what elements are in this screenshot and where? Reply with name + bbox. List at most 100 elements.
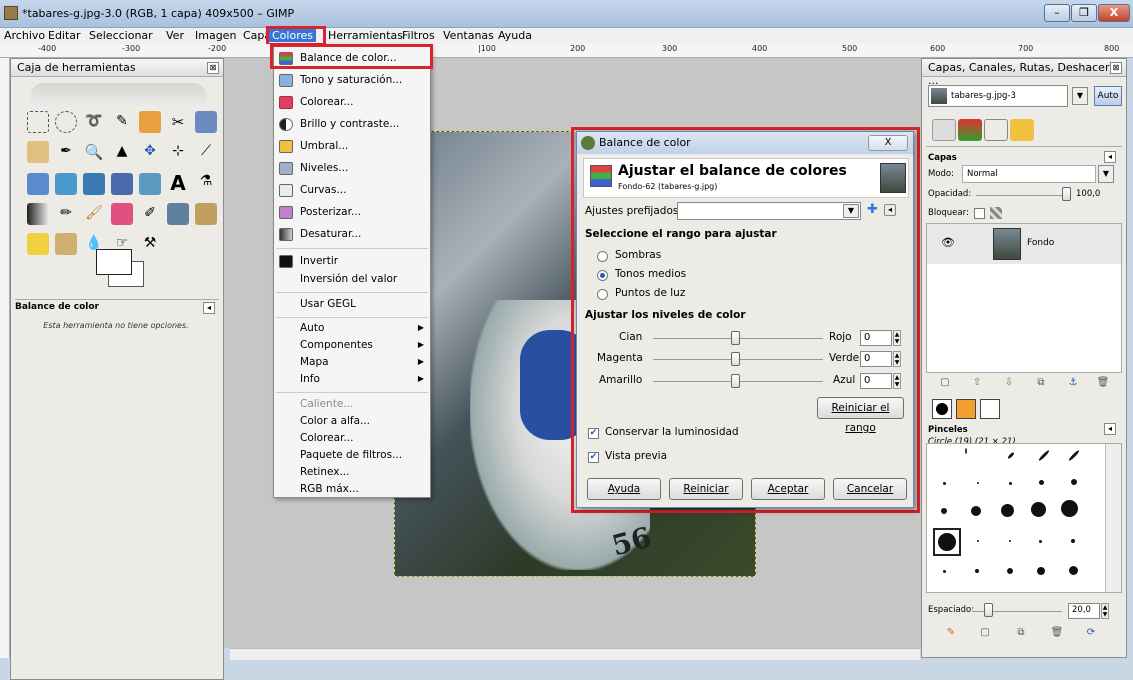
selected-brush[interactable] [933, 528, 961, 556]
perspective-tool-icon[interactable] [111, 173, 133, 195]
auto-button[interactable]: Auto [1094, 86, 1122, 106]
add-preset-icon[interactable]: ✚ [867, 202, 878, 217]
refresh-brushes-icon[interactable]: ⟳ [1084, 627, 1098, 641]
duplicate-brush-icon[interactable]: ⧉ [1014, 627, 1028, 641]
menu-item-posterizar[interactable]: Posterizar... [274, 203, 430, 223]
zoom-tool-icon[interactable]: 🔍 [83, 143, 105, 165]
fuzzy-select-tool-icon[interactable]: ✎ [111, 113, 133, 135]
brush-grid[interactable] [926, 443, 1122, 593]
radio-tonos-medios[interactable] [597, 270, 608, 281]
reset-range-button[interactable]: Reiniciar el rango [817, 397, 904, 434]
menu-item-usar-gegl[interactable]: Usar GEGL [274, 295, 430, 315]
menu-item-colorear[interactable]: Colorear... [274, 93, 430, 113]
menu-item-curvas[interactable]: Curvas... [274, 181, 430, 201]
perspective-clone-tool-icon[interactable] [55, 233, 77, 255]
brush-preview[interactable] [943, 570, 946, 573]
move-tool-icon[interactable]: ✥ [139, 143, 161, 165]
brush-preview[interactable] [1071, 479, 1077, 485]
brush-preview[interactable] [943, 482, 946, 485]
slider-magenta-verde-thumb[interactable] [731, 352, 740, 366]
rotate-tool-icon[interactable] [27, 173, 49, 195]
rect-select-tool-icon[interactable] [27, 111, 49, 133]
anchor-layer-icon[interactable]: ⚓ [1066, 377, 1080, 391]
dock-close-icon[interactable]: ⊠ [1110, 62, 1122, 74]
opacity-slider-thumb[interactable] [1062, 187, 1071, 201]
tab-patterns-icon[interactable] [956, 399, 976, 419]
reset-button[interactable]: Reiniciar [669, 478, 743, 500]
brush-preview[interactable] [1069, 566, 1078, 575]
brush-preview[interactable] [965, 448, 967, 454]
brush-preview[interactable] [1037, 449, 1051, 462]
brush-preview[interactable] [1001, 504, 1014, 517]
menu-ventanas[interactable]: Ventanas [443, 29, 494, 42]
menu-herramientas[interactable]: Herramientas [328, 29, 403, 42]
minimize-button[interactable]: – [1044, 4, 1070, 22]
brush-preview[interactable] [1009, 540, 1011, 542]
duplicate-layer-icon[interactable]: ⧉ [1034, 377, 1048, 391]
brush-preview[interactable] [1061, 500, 1078, 517]
layers-menu-icon[interactable]: ◂ [1104, 151, 1116, 163]
radio-puntos-luz[interactable] [597, 289, 608, 300]
brush-preview[interactable] [977, 540, 979, 542]
chevron-down-icon[interactable]: ▼ [1072, 87, 1088, 105]
ellipse-select-tool-icon[interactable] [55, 111, 77, 133]
brush-preview[interactable] [1007, 451, 1015, 460]
horizontal-scrollbar[interactable] [230, 648, 920, 660]
menu-item-niveles[interactable]: Niveles... [274, 159, 430, 179]
ok-button[interactable]: Aceptar [751, 478, 825, 500]
shear-tool-icon[interactable] [83, 173, 105, 195]
eraser-tool-icon[interactable] [111, 203, 133, 225]
tool-options-menu-icon[interactable]: ◂ [203, 302, 215, 314]
tab-layers-icon[interactable] [932, 119, 956, 141]
delete-layer-icon[interactable]: 🗑 [1096, 377, 1110, 391]
menu-archivo[interactable]: Archivo [4, 29, 45, 42]
paintbrush-tool-icon[interactable]: 🖌 [83, 205, 105, 227]
menu-ver[interactable]: Ver [166, 29, 184, 42]
chevron-down-icon[interactable]: ▼ [1098, 165, 1114, 183]
lower-layer-icon[interactable]: ⇩ [1002, 377, 1016, 391]
color-picker-tool-icon[interactable]: ✒ [55, 143, 77, 165]
dialog-close-button[interactable]: X [868, 135, 908, 151]
menu-item-balance-color[interactable]: Balance de color... [274, 49, 430, 69]
mode-combo[interactable]: Normal [962, 165, 1096, 183]
chevron-down-icon[interactable]: ▼ [843, 204, 859, 218]
raise-layer-icon[interactable]: ⇧ [970, 377, 984, 391]
scissors-tool-icon[interactable]: ✂ [167, 113, 189, 135]
brush-preview[interactable] [977, 482, 979, 484]
menu-item-invertir[interactable]: Invertir [274, 252, 430, 272]
spacing-value[interactable]: 20,0 [1068, 603, 1100, 619]
spin-arrows-icon[interactable]: ▲ ▼ [893, 351, 901, 367]
brush-preview[interactable] [1039, 540, 1042, 543]
layer-name[interactable]: Fondo [1027, 238, 1054, 248]
new-layer-icon[interactable]: ▢ [938, 377, 952, 391]
image-selector-combo[interactable]: tabares-g.jpg-3 [928, 85, 1068, 107]
preview-checkbox[interactable]: ✔ [588, 452, 599, 463]
foreground-select-tool-icon[interactable] [195, 111, 217, 133]
tab-brushes-icon[interactable] [932, 399, 952, 419]
delete-brush-icon[interactable]: 🗑 [1050, 627, 1064, 641]
toolbox-close-icon[interactable]: ⊠ [207, 62, 219, 74]
close-window-button[interactable]: X [1098, 4, 1130, 22]
tab-paths-icon[interactable] [984, 119, 1008, 141]
brush-scrollbar[interactable] [1105, 444, 1121, 592]
menu-ayuda[interactable]: Ayuda [498, 29, 532, 42]
slider-cian-rojo-thumb[interactable] [731, 331, 740, 345]
spin-amarillo-azul[interactable]: 0 [860, 373, 892, 389]
menu-item-inversion-valor[interactable]: Inversión del valor [274, 270, 430, 290]
radio-sombras[interactable] [597, 251, 608, 262]
bucket-fill-tool-icon[interactable]: ⚗ [195, 173, 217, 195]
spin-arrows-icon[interactable]: ▲ ▼ [893, 373, 901, 389]
menu-item-desaturar[interactable]: Desaturar... [274, 225, 430, 245]
brush-preview[interactable] [975, 569, 979, 573]
preset-menu-icon[interactable]: ◂ [884, 204, 896, 216]
brushes-menu-icon[interactable]: ◂ [1104, 423, 1116, 435]
flip-tool-icon[interactable] [139, 173, 161, 195]
heal-tool-icon[interactable] [27, 233, 49, 255]
blend-tool-icon[interactable] [27, 203, 49, 225]
tab-gradients-icon[interactable] [980, 399, 1000, 419]
menu-item-brillo-contraste[interactable]: Brillo y contraste... [274, 115, 430, 135]
opacity-slider-track[interactable] [976, 195, 1066, 196]
maximize-button[interactable]: ❐ [1071, 4, 1097, 22]
menu-item-rgb-max[interactable]: RGB máx... [274, 480, 430, 500]
fg-bg-color-swatch[interactable] [96, 249, 146, 289]
